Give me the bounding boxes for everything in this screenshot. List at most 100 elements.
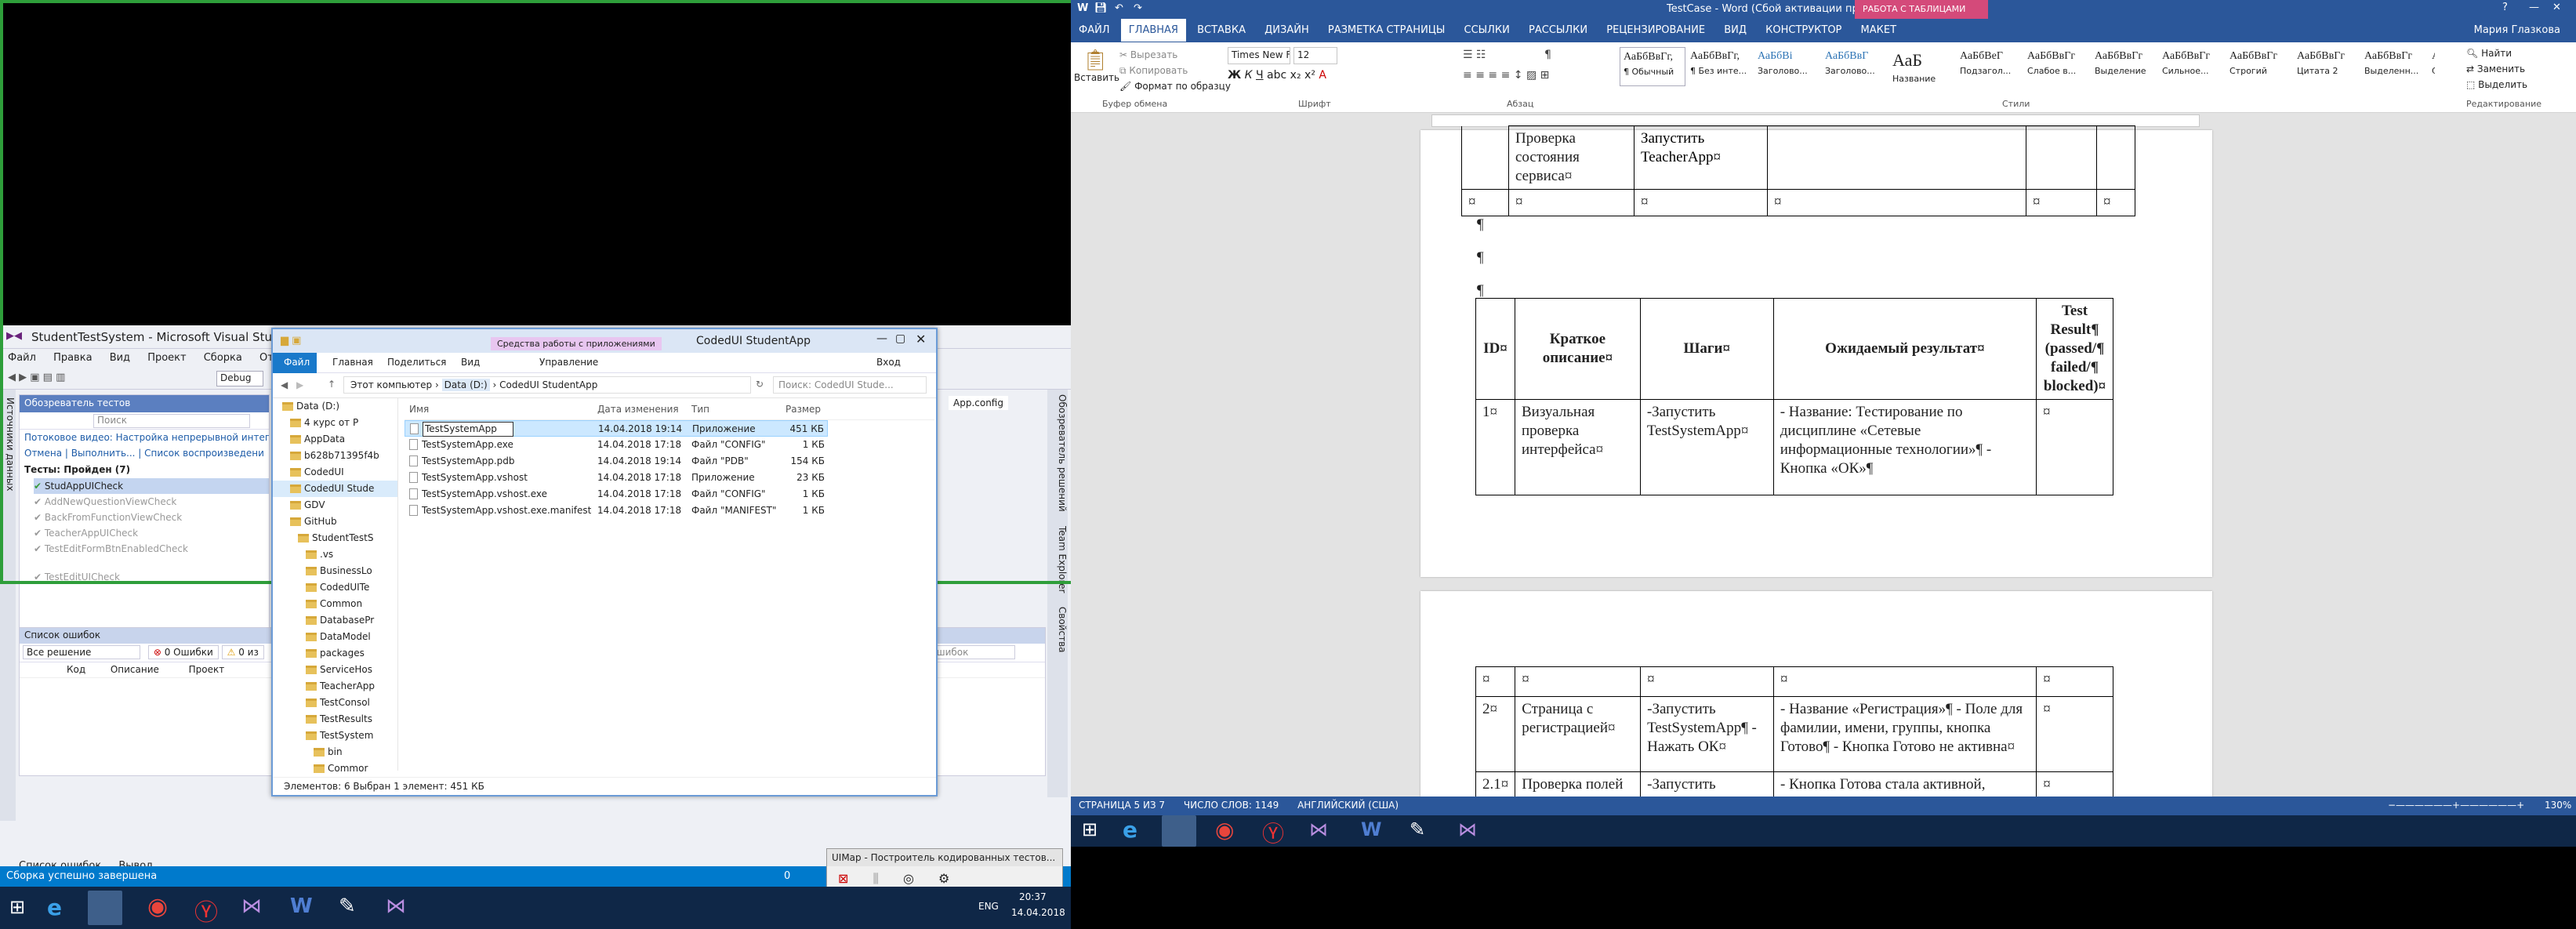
table-cell[interactable]: ¤ [2036, 399, 2113, 495]
file-row[interactable]: TestSystemApp.pdb 14.04.2018 19:14 Файл "P… [405, 453, 934, 470]
bullets-icon[interactable]: ☰ [1463, 49, 1476, 61]
ribbon-tab-view[interactable]: Вид [461, 357, 480, 368]
vs-config-dropdown[interactable]: Debug [216, 371, 263, 386]
vs-menu-project[interactable]: Проект [147, 352, 186, 364]
table-cell[interactable]: ¤ [2036, 696, 2113, 772]
error-scope-dropdown[interactable]: Все решение [23, 645, 140, 659]
style-6[interactable]: АаБбВвГг Слабое в... [2024, 47, 2090, 86]
generate-code-icon[interactable]: ⚙ [938, 871, 949, 886]
copy-button[interactable]: ⧉ Копировать [1119, 63, 1231, 78]
tree-item[interactable]: CodedUI Stude [273, 481, 397, 497]
test-group-passed[interactable]: Тесты: Пройден (7) [20, 461, 269, 478]
visual-studio-2-icon[interactable]: ⋈ [1458, 818, 1477, 840]
save-icon[interactable]: 💾︎ [1094, 2, 1108, 14]
status-page[interactable]: СТРАНИЦА 5 ИЗ 7 [1079, 800, 1165, 811]
nav-forward-icon[interactable]: ▶ [296, 379, 303, 390]
table-cell[interactable]: ¤ [2096, 189, 2135, 216]
tree-item[interactable]: Commor [273, 760, 397, 777]
yandex-icon[interactable]: Ⓨ [194, 893, 218, 927]
nav-back-icon[interactable]: ◀ [281, 379, 288, 390]
col-name[interactable]: Имя [409, 398, 429, 420]
style-7[interactable]: АаБбВвГг Выделение [2092, 47, 2157, 86]
style-8[interactable]: АаБбВвГг Сильное... [2159, 47, 2225, 86]
test-item[interactable]: ✔ TestEditFormBtnEnabledCheck [34, 541, 269, 557]
italic-icon[interactable]: К [1245, 69, 1256, 82]
table-cell[interactable]: -Запустить TestSystemApp¤ [1639, 399, 1774, 495]
nav-up-icon[interactable]: ↑ [328, 379, 336, 390]
vs-menu-build[interactable]: Сборка [204, 352, 242, 364]
table-cell[interactable] [2026, 125, 2097, 190]
close-icon[interactable]: ✕ [916, 332, 926, 347]
tree-item[interactable]: DataModel [273, 629, 397, 645]
word-tab-home[interactable]: ГЛАВНАЯ [1120, 19, 1186, 42]
tree-item[interactable]: BusinessLo [273, 563, 397, 579]
explorer-search-input[interactable]: Поиск: CodedUI Stude... [773, 376, 927, 394]
table-cell[interactable]: ¤ [2036, 771, 2113, 797]
vs-nav-back-icon[interactable]: ◀ ▶ ▣ ▤ ▥ [8, 372, 65, 383]
table-cell[interactable]: - Название «Регистрация»¶ - Поле для фам… [1773, 696, 2037, 772]
ribbon-tab-manage[interactable]: Управление [539, 357, 598, 368]
tree-item[interactable]: AppData [273, 431, 397, 448]
file-row[interactable]: TestSystemApp 14.04.2018 19:14 Приложение 4… [405, 420, 828, 437]
word-tab-insert[interactable]: ВСТАВКА [1189, 19, 1254, 42]
tree-item[interactable]: 4 курс от Р [273, 415, 397, 431]
minimize-icon[interactable]: — [876, 332, 887, 345]
word-tab-view[interactable]: ВИД [1716, 19, 1754, 42]
test-item[interactable]: ✔ StudAppUICheck [34, 478, 269, 494]
tree-item[interactable]: b628b71395f4b [273, 448, 397, 464]
bold-icon[interactable]: Ж [1228, 69, 1241, 82]
record-stop-icon[interactable]: ⊠ [838, 871, 848, 886]
table-cell[interactable]: - Кнопка Готова стала активной, [1773, 771, 2037, 797]
tree-item[interactable]: GitHub [273, 513, 397, 530]
table-cell[interactable]: ¤ [1767, 189, 2026, 216]
tree-item[interactable]: CodedUITe [273, 579, 397, 596]
maximize-icon[interactable]: ▢ [895, 332, 905, 345]
ie-icon[interactable]: e [47, 895, 62, 920]
visual-studio-2-icon[interactable]: ⋈ [386, 895, 406, 918]
table-cell[interactable] [1767, 125, 2026, 190]
align-center-icon[interactable]: ≡ [1475, 69, 1488, 82]
vs-menu-view[interactable]: Вид [110, 352, 130, 364]
subscript-icon[interactable]: x₂ [1290, 69, 1304, 82]
cut-button[interactable]: ✂ Вырезать [1119, 47, 1231, 63]
select-button[interactable]: ⬚ Выделить [2466, 77, 2527, 93]
col-date[interactable]: Дата изменения [597, 398, 679, 420]
test-search-input[interactable]: Поиск [93, 414, 250, 428]
tree-item[interactable]: TestConsol [273, 695, 397, 711]
explorer-context-tab[interactable]: Средства работы с приложениями [491, 337, 662, 350]
breadcrumb-folder[interactable]: CodedUI StudentApp [499, 379, 597, 390]
replace-button[interactable]: ⇄ Заменить [2466, 61, 2527, 77]
tree-item[interactable]: DatabasePr [273, 612, 397, 629]
word-tab-table-layout[interactable]: МАКЕТ [1853, 19, 1905, 42]
table-cell[interactable]: - Название: Тестирование по дисциплине «… [1772, 399, 2037, 495]
borders-icon[interactable]: ⊞ [1540, 69, 1550, 82]
breadcrumb-this-pc[interactable]: Этот компьютер [350, 379, 432, 390]
notepad-icon[interactable]: ✎ [339, 895, 356, 918]
align-left-icon[interactable]: ≡ [1463, 69, 1475, 82]
table-cell[interactable]: -Запустить [1640, 771, 1775, 797]
tree-item[interactable]: Data (D:) [273, 398, 397, 415]
style-3[interactable]: АаБбВвГ Заголово... [1822, 47, 1888, 86]
word-tab-review[interactable]: РЕЦЕНЗИРОВАНИЕ [1598, 19, 1713, 42]
table-cell[interactable]: Страница с регистрацией¤ [1515, 696, 1642, 772]
paste-button[interactable]: 📋︎ Вставить [1074, 49, 1119, 83]
style-12[interactable]: АаБбВвГг Слабая сс... [2429, 47, 2435, 86]
style-2[interactable]: АаБбВі Заголово... [1754, 47, 1820, 86]
file-explorer-taskbar-icon[interactable] [88, 891, 122, 925]
tree-item[interactable]: CodedUI [273, 464, 397, 481]
word-tab-constructor[interactable]: КОНСТРУКТОР [1758, 19, 1849, 42]
undo-icon[interactable]: ↶ [1115, 2, 1123, 14]
error-count-toggle[interactable]: ⊗ 0 Ошибки [147, 645, 219, 659]
tab-solution-explorer[interactable]: Обозреватель решений [1057, 394, 1068, 512]
superscript-icon[interactable]: x² [1304, 69, 1319, 82]
tree-item[interactable]: ServiceHos [273, 662, 397, 678]
table-cell[interactable]: ¤ [1461, 189, 1509, 216]
table-cell[interactable]: Визуальная проверка интерфейса¤ [1514, 399, 1641, 495]
ribbon-tab-share[interactable]: Поделиться [387, 357, 446, 368]
style-10[interactable]: АаБбВвГг Цитата 2 [2294, 47, 2360, 86]
test-playlist-link[interactable]: Список воспроизведени [144, 448, 264, 459]
word-tab-file[interactable]: ФАЙЛ [1071, 19, 1118, 42]
chrome-icon[interactable]: ◉ [147, 893, 168, 920]
word-tab-layout[interactable]: РАЗМЕТКА СТРАНИЦЫ [1320, 19, 1453, 42]
explorer-login[interactable]: Вход [876, 357, 901, 368]
